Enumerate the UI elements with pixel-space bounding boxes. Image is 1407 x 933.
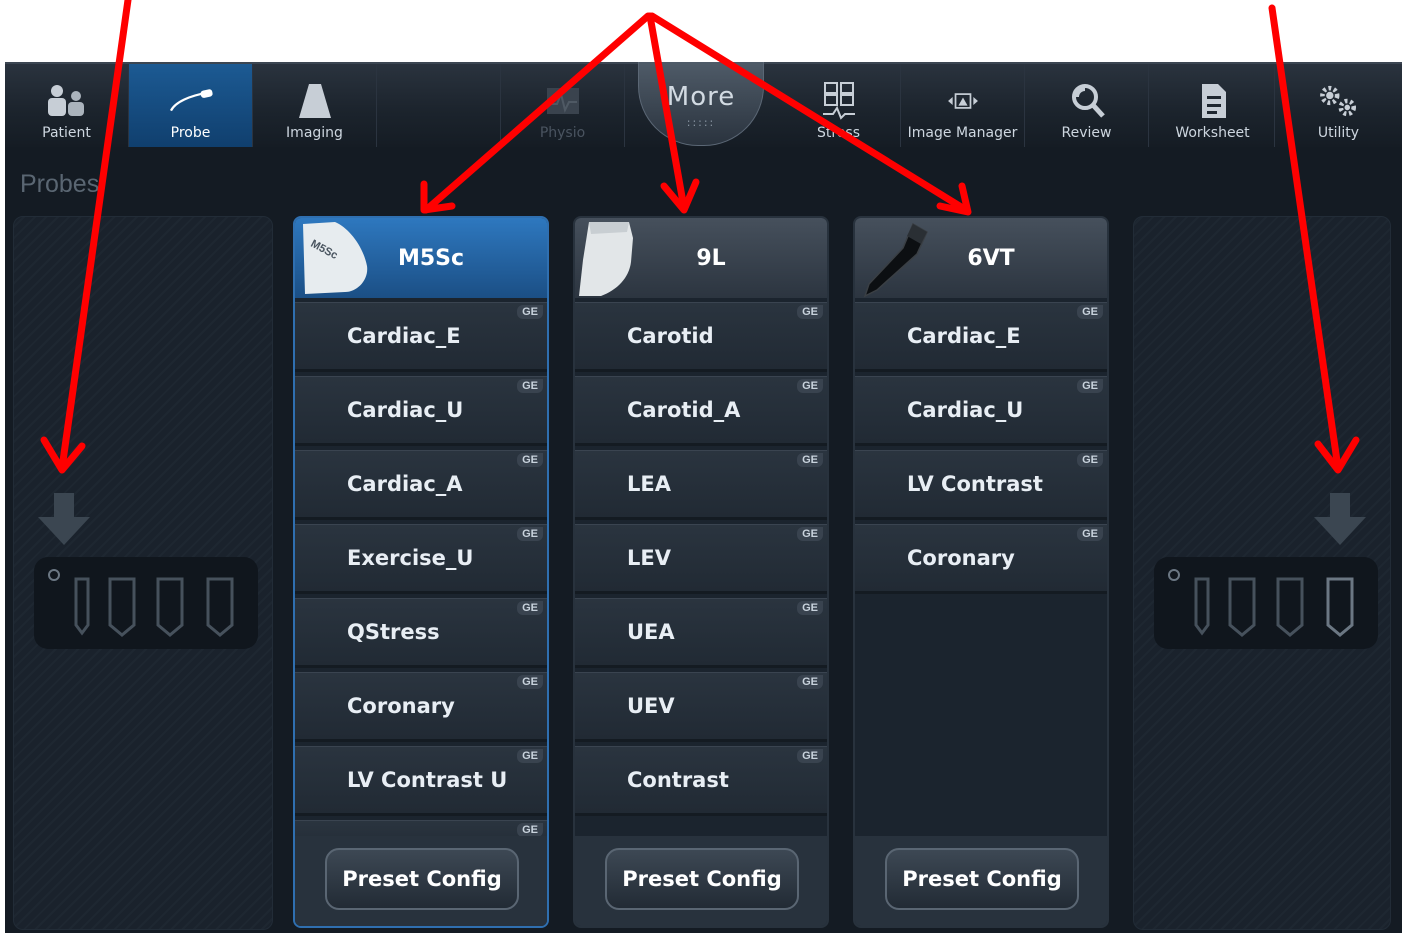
annotation-arrow-left-line: [58, 0, 132, 472]
annotation-arrow-m5sc-line: [422, 12, 652, 214]
annotation-arrow-right-line: [1268, 4, 1342, 472]
annotation-arrows: [40, 0, 1360, 474]
annotation-arrow-9l-line: [646, 12, 688, 212]
